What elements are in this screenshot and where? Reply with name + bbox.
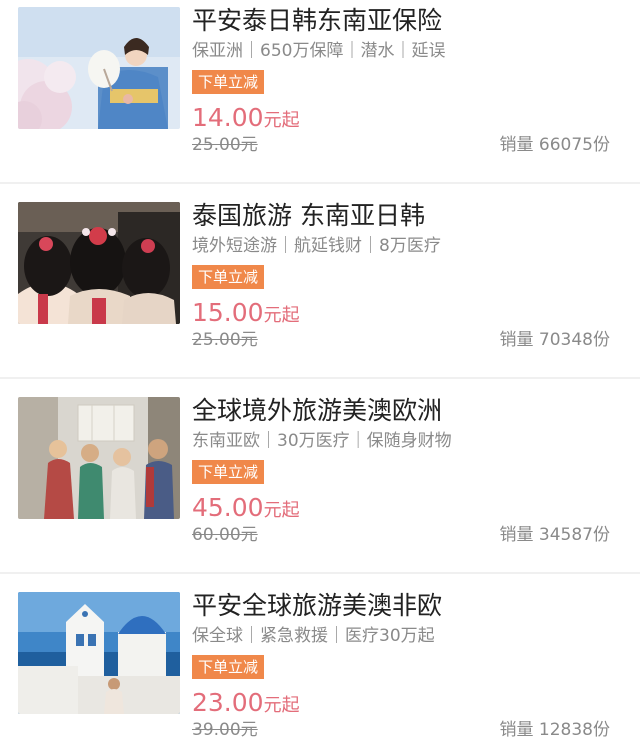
product-tags: 境外短途游｜航延钱财｜8万医疗 [192,236,441,256]
product-image-geisha[interactable] [18,202,180,324]
product-tags: 保全球｜紧急救援｜医疗30万起 [192,626,435,646]
divider [0,572,640,574]
product-card[interactable]: 泰国旅游 东南亚日韩 境外短途游｜航延钱财｜8万医疗 下单立减 15.00元起 … [0,195,640,375]
product-title: 平安泰日韩东南亚保险 [192,6,443,35]
sales-count: 销量 12838份 [499,720,610,740]
product-image-kimono[interactable] [18,7,180,129]
original-price: 25.00元 [192,330,258,350]
product-title: 平安全球旅游美澳非欧 [192,591,443,620]
product-list: 平安泰日韩东南亚保险 保亚洲｜650万保障｜潜水｜延误 下单立减 14.00元起… [0,0,640,748]
price-unit: 元起 [263,110,300,131]
divider [0,182,640,184]
price-value: 14.00 [192,103,264,132]
price-unit: 元起 [263,500,300,521]
discount-badge: 下单立减 [192,265,265,289]
original-price: 60.00元 [192,525,258,545]
sales-count: 销量 66075份 [499,135,610,155]
discount-badge: 下单立减 [192,460,265,484]
price-value: 45.00 [192,493,264,522]
product-card[interactable]: 全球境外旅游美澳欧洲 东南亚欧｜30万医疗｜保随身财物 下单立减 45.00元起… [0,390,640,570]
discount-badge: 下单立减 [192,70,265,94]
product-image-santorini[interactable] [18,592,180,714]
original-price: 25.00元 [192,135,258,155]
product-card[interactable]: 平安全球旅游美澳非欧 保全球｜紧急救援｜医疗30万起 下单立减 23.00元起 … [0,585,640,748]
product-card[interactable]: 平安泰日韩东南亚保险 保亚洲｜650万保障｜潜水｜延误 下单立减 14.00元起… [0,0,640,180]
product-title: 全球境外旅游美澳欧洲 [192,396,443,425]
product-tags: 保亚洲｜650万保障｜潜水｜延误 [192,41,446,61]
price-value: 23.00 [192,688,264,717]
original-price: 39.00元 [192,720,258,740]
divider [0,377,640,379]
sales-count: 销量 34587份 [499,525,610,545]
product-title: 泰国旅游 东南亚日韩 [192,201,425,230]
price-unit: 元起 [263,695,300,716]
discount-badge: 下单立减 [192,655,265,679]
sales-count: 销量 70348份 [499,330,610,350]
product-tags: 东南亚欧｜30万医疗｜保随身财物 [192,431,452,451]
product-image-tourists[interactable] [18,397,180,519]
price-value: 15.00 [192,298,264,327]
price-unit: 元起 [263,305,300,326]
